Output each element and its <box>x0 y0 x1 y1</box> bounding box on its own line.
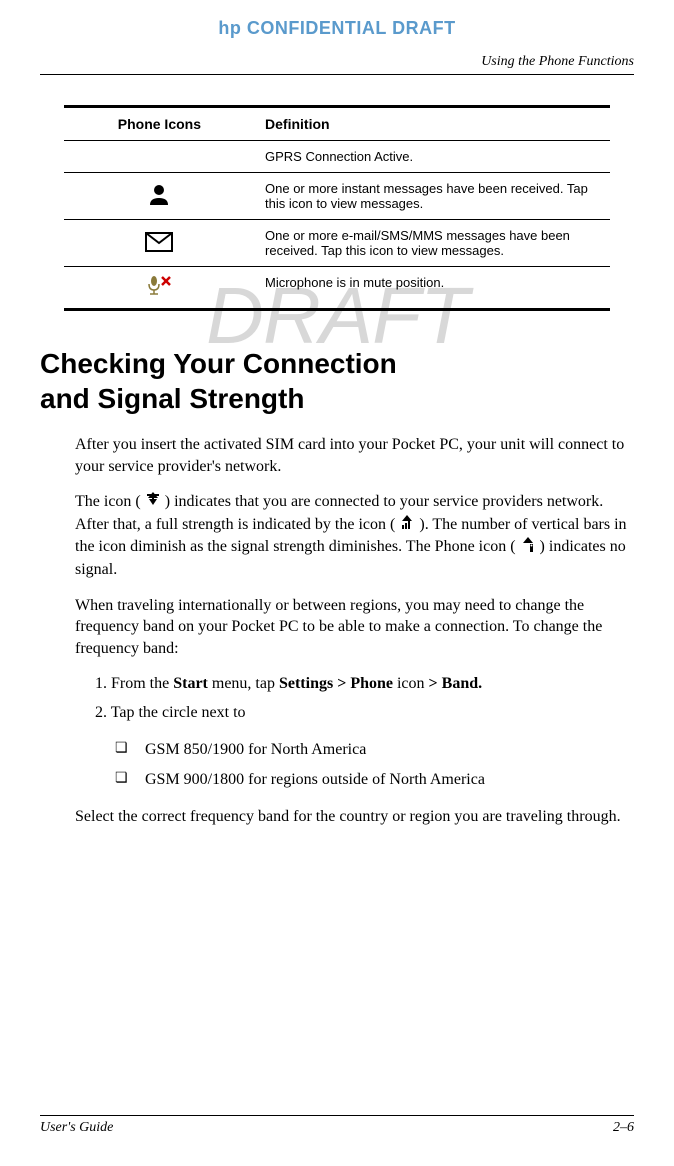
heading-line1: Checking Your Connection <box>40 348 397 379</box>
bullet-list: GSM 850/1900 for North America GSM 900/1… <box>115 738 634 792</box>
step-2: 2. Tap the circle next to <box>95 702 634 724</box>
definition-cell: Microphone is in mute position. <box>255 267 610 310</box>
paragraph-2: The icon ( ) indicates that you are conn… <box>75 491 634 580</box>
running-header: Using the Phone Functions <box>40 54 634 75</box>
paragraph-4: Select the correct frequency band for th… <box>75 806 634 828</box>
footer-left: User's Guide <box>40 1120 113 1136</box>
table-header-definition: Definition <box>255 107 610 141</box>
step1-d: Settings > Phone <box>279 675 393 692</box>
step1-e: icon <box>393 675 429 692</box>
table-header-icons: Phone Icons <box>64 107 255 141</box>
definition-cell: One or more instant messages have been r… <box>255 173 610 220</box>
definition-cell: One or more e-mail/SMS/MMS messages have… <box>255 220 610 267</box>
step1-a: 1. From the <box>95 675 173 692</box>
table-row: GPRS Connection Active. <box>64 141 610 173</box>
page-footer: User's Guide 2–6 <box>40 1115 634 1136</box>
phone-icons-table: Phone Icons Definition GPRS Connection A… <box>64 105 610 311</box>
icon-cell-mic-mute <box>64 267 255 310</box>
step1-f: > Band. <box>429 675 483 692</box>
para2-text-a: The icon ( <box>75 493 141 510</box>
paragraph-3: When traveling internationally or betwee… <box>75 595 634 660</box>
step1-b: Start <box>173 675 208 692</box>
step-list: 1. From the Start menu, tap Settings > P… <box>95 673 634 724</box>
table-row: One or more e-mail/SMS/MMS messages have… <box>64 220 610 267</box>
mic-mute-icon <box>146 275 172 297</box>
table-row: Microphone is in mute position. <box>64 267 610 310</box>
bullet-2: GSM 900/1800 for regions outside of Nort… <box>115 768 634 792</box>
bullet-1: GSM 850/1900 for North America <box>115 738 634 762</box>
signal-none-icon <box>520 536 536 559</box>
envelope-icon <box>145 232 173 252</box>
signal-connected-icon <box>145 491 161 514</box>
icon-cell-person <box>64 173 255 220</box>
table-row: One or more instant messages have been r… <box>64 173 610 220</box>
confidential-header: hp CONFIDENTIAL DRAFT <box>40 18 634 39</box>
paragraph-1: After you insert the activated SIM card … <box>75 434 634 477</box>
icon-cell-empty <box>64 141 255 173</box>
definition-cell: GPRS Connection Active. <box>255 141 610 173</box>
signal-full-icon <box>399 514 415 537</box>
section-heading: Checking Your Connection and Signal Stre… <box>40 346 634 416</box>
person-icon <box>147 183 171 207</box>
footer-right: 2–6 <box>613 1120 634 1136</box>
heading-line2: and Signal Strength <box>40 383 304 414</box>
icon-cell-envelope <box>64 220 255 267</box>
step-1: 1. From the Start menu, tap Settings > P… <box>95 673 634 695</box>
step1-c: menu, tap <box>208 675 279 692</box>
